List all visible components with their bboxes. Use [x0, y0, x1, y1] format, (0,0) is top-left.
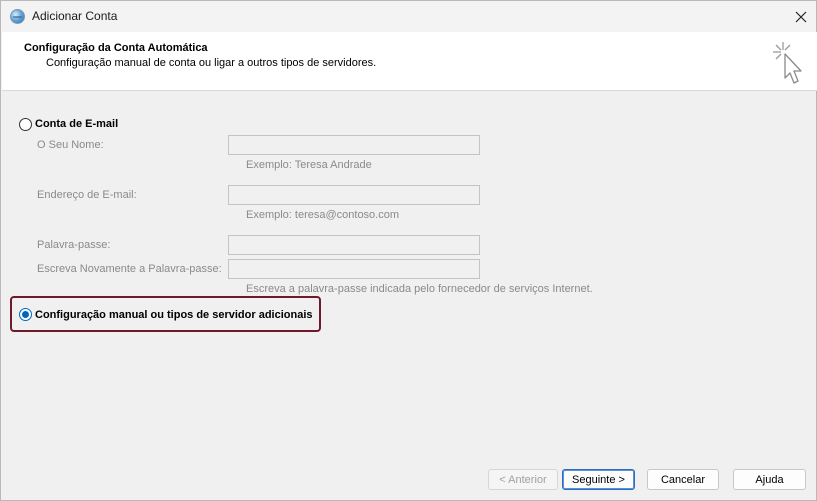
close-button[interactable]: [786, 1, 816, 32]
header-title: Configuração da Conta Automática: [24, 42, 208, 54]
header-subtitle: Configuração manual de conta ou ligar a …: [46, 57, 377, 69]
help-button[interactable]: Ajuda: [733, 469, 806, 490]
window-title: Adicionar Conta: [32, 9, 118, 23]
title-bar: Adicionar Conta: [1, 1, 816, 32]
email-address-hint: Exemplo: teresa@contoso.com: [246, 209, 400, 221]
wizard-content: Conta de E-mail O Seu Nome: Exemplo: Ter…: [2, 91, 817, 501]
add-account-dialog: Adicionar Conta Configuração da Conta Au…: [0, 0, 817, 501]
wizard-header: Configuração da Conta Automática Configu…: [2, 32, 817, 91]
manual-setup-radio[interactable]: [19, 308, 32, 321]
password-hint: Escreva a palavra-passe indicada pelo fo…: [246, 283, 593, 295]
confirm-password-field[interactable]: [228, 259, 480, 279]
confirm-password-label: Escreva Novamente a Palavra-passe:: [37, 263, 222, 275]
email-address-label: Endereço de E-mail:: [37, 189, 137, 201]
email-account-radio[interactable]: [19, 118, 32, 131]
next-button[interactable]: Seguinte >: [562, 469, 635, 490]
cursor-sparkle-icon: [773, 42, 802, 84]
outlook-account-icon: [10, 9, 25, 24]
email-address-field[interactable]: [228, 185, 480, 205]
close-icon: [795, 11, 807, 22]
email-account-label: Conta de E-mail: [35, 118, 119, 130]
cancel-button[interactable]: Cancelar: [647, 469, 719, 490]
back-button[interactable]: < Anterior: [488, 469, 558, 490]
password-label: Palavra-passe:: [37, 239, 111, 251]
manual-setup-label[interactable]: Configuração manual ou tipos de servidor…: [35, 309, 313, 321]
password-field[interactable]: [228, 235, 480, 255]
your-name-label: O Seu Nome:: [37, 139, 104, 151]
your-name-hint: Exemplo: Teresa Andrade: [246, 159, 372, 171]
your-name-field[interactable]: [228, 135, 480, 155]
